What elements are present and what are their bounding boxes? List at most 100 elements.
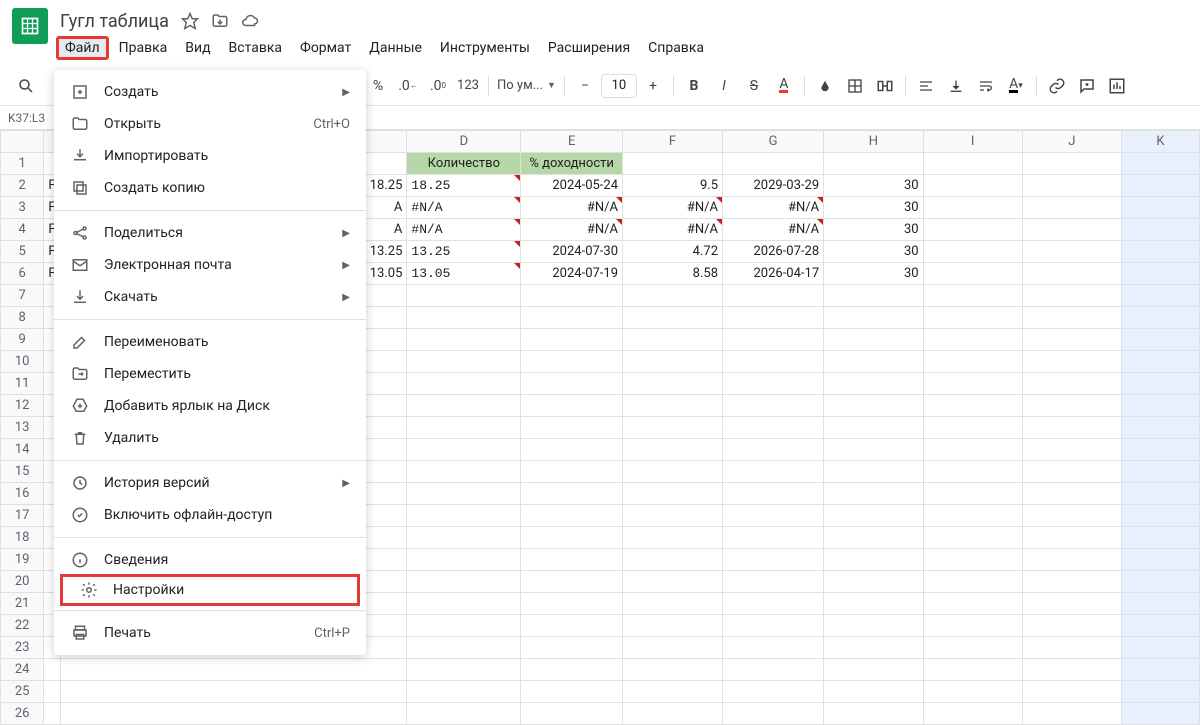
menu-item-вид[interactable]: Вид [177, 36, 218, 60]
fill-color-icon[interactable] [811, 72, 839, 100]
decrease-decimal-icon[interactable]: .0← [394, 72, 422, 100]
column-header-F[interactable]: F [623, 131, 723, 153]
row-header[interactable]: 3 [1, 197, 44, 219]
move-to-folder-icon[interactable] [211, 12, 229, 30]
row-header[interactable]: 7 [1, 285, 44, 307]
row-header[interactable]: 25 [1, 681, 44, 703]
font-size-decrease-icon[interactable]: − [571, 72, 599, 100]
bold-icon[interactable]: B [680, 72, 708, 100]
submenu-arrow-icon: ▶ [342, 87, 350, 98]
row-header[interactable]: 15 [1, 461, 44, 483]
row-header[interactable]: 10 [1, 351, 44, 373]
column-header-E[interactable]: E [521, 131, 623, 153]
header-yield[interactable]: % доходности [521, 153, 623, 175]
strikethrough-icon[interactable]: S [740, 72, 768, 100]
file-menu-info[interactable]: Сведения [54, 544, 366, 576]
shortcut-hint: Ctrl+P [314, 626, 350, 641]
insert-chart-icon[interactable] [1103, 72, 1131, 100]
row-header[interactable]: 2 [1, 175, 44, 197]
menu-label: Импортировать [104, 148, 350, 164]
column-header-H[interactable]: H [824, 131, 923, 153]
star-icon[interactable] [181, 12, 199, 30]
row-header[interactable]: 24 [1, 659, 44, 681]
row-header[interactable]: 22 [1, 615, 44, 637]
horizontal-align-icon[interactable] [912, 72, 940, 100]
file-menu-print[interactable]: ПечатьCtrl+P [54, 617, 366, 649]
header-quantity[interactable]: Количество [407, 153, 521, 175]
menu-item-формат[interactable]: Формат [292, 36, 359, 60]
row-header[interactable]: 11 [1, 373, 44, 395]
document-title[interactable]: Гугл таблица [56, 11, 169, 32]
row-header[interactable]: 16 [1, 483, 44, 505]
font-size-increase-icon[interactable]: + [639, 72, 667, 100]
name-box[interactable]: K37:L3 [0, 111, 60, 125]
column-header-K[interactable]: K [1121, 131, 1199, 153]
menu-item-вставка[interactable]: Вставка [221, 36, 290, 60]
drive-add-icon [70, 396, 90, 416]
row-header[interactable]: 26 [1, 703, 44, 725]
file-menu-share[interactable]: Поделиться▶ [54, 217, 366, 249]
menu-label: Скачать [104, 289, 328, 305]
row-header[interactable]: 23 [1, 637, 44, 659]
column-header-G[interactable]: G [723, 131, 824, 153]
percent-format-icon[interactable]: % [364, 72, 392, 100]
menu-item-правка[interactable]: Правка [111, 36, 176, 60]
row-header[interactable]: 6 [1, 263, 44, 285]
menu-item-данные[interactable]: Данные [361, 36, 430, 60]
plus-box-icon [70, 82, 90, 102]
file-menu-offline[interactable]: Включить офлайн-доступ [54, 499, 366, 531]
row-header[interactable]: 17 [1, 505, 44, 527]
file-menu-import[interactable]: Импортировать [54, 140, 366, 172]
row-header[interactable]: 12 [1, 395, 44, 417]
file-menu-history[interactable]: История версий▶ [54, 467, 366, 499]
file-menu-gear[interactable]: Настройки [60, 574, 360, 606]
menu-label: Создать копию [104, 180, 350, 196]
italic-icon[interactable]: I [710, 72, 738, 100]
text-color-icon[interactable]: A [770, 72, 798, 100]
row-header[interactable]: 21 [1, 593, 44, 615]
row-header[interactable]: 18 [1, 527, 44, 549]
row-header[interactable]: 13 [1, 417, 44, 439]
column-header-J[interactable]: J [1022, 131, 1121, 153]
file-menu-trash[interactable]: Удалить [54, 422, 366, 454]
row-header[interactable]: 9 [1, 329, 44, 351]
menu-item-справка[interactable]: Справка [640, 36, 712, 60]
row-header[interactable]: 1 [1, 153, 44, 175]
insert-comment-icon[interactable] [1073, 72, 1101, 100]
menu-item-файл[interactable]: Файл [56, 36, 109, 60]
menu-item-расширения[interactable]: Расширения [540, 36, 638, 60]
menu-item-инструменты[interactable]: Инструменты [432, 36, 538, 60]
file-menu-drive-add[interactable]: Добавить ярлык на Диск [54, 390, 366, 422]
share-icon [70, 223, 90, 243]
insert-link-icon[interactable] [1043, 72, 1071, 100]
cloud-status-icon[interactable] [241, 12, 259, 30]
file-menu-move[interactable]: Переместить [54, 358, 366, 390]
row-header[interactable]: 14 [1, 439, 44, 461]
row-header[interactable]: 20 [1, 571, 44, 593]
file-menu-plus-box[interactable]: Создать▶ [54, 76, 366, 108]
row-header[interactable]: 4 [1, 219, 44, 241]
app-logo[interactable] [12, 8, 48, 44]
file-menu-copy[interactable]: Создать копию [54, 172, 366, 204]
number-format-button[interactable]: 123 [454, 72, 482, 100]
text-wrap-icon[interactable] [972, 72, 1000, 100]
font-size-input[interactable]: 10 [601, 74, 637, 98]
file-menu-rename[interactable]: Переименовать [54, 326, 366, 358]
file-menu-mail[interactable]: Электронная почта▶ [54, 249, 366, 281]
column-header-D[interactable]: D [407, 131, 521, 153]
text-rotation-icon[interactable]: A▾ [1002, 72, 1030, 100]
row-header[interactable]: 19 [1, 549, 44, 571]
row-header[interactable]: 8 [1, 307, 44, 329]
file-menu-folder[interactable]: ОткрытьCtrl+O [54, 108, 366, 140]
borders-icon[interactable] [841, 72, 869, 100]
font-family-select[interactable]: По ум... ▼ [495, 74, 558, 97]
search-menu-icon[interactable] [12, 72, 40, 100]
column-header-I[interactable]: I [923, 131, 1022, 153]
merge-cells-icon[interactable] [871, 72, 899, 100]
print-icon [70, 623, 90, 643]
row-header[interactable]: 5 [1, 241, 44, 263]
trash-icon [70, 428, 90, 448]
vertical-align-icon[interactable] [942, 72, 970, 100]
file-menu-download[interactable]: Скачать▶ [54, 281, 366, 313]
increase-decimal-icon[interactable]: .00 [424, 72, 452, 100]
